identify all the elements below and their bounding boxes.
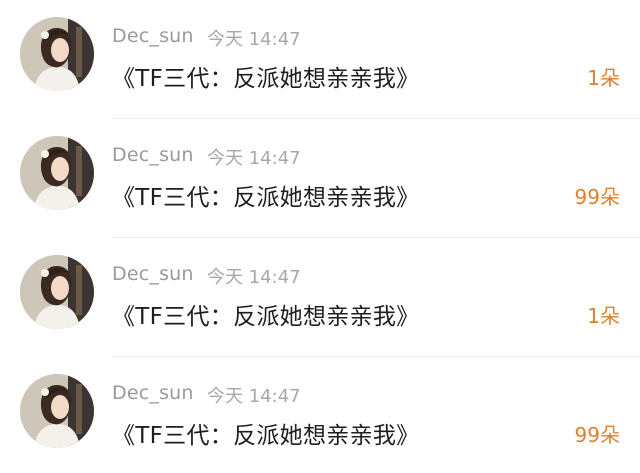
flower-count: 1朵 — [587, 66, 620, 90]
list-item[interactable]: Dec_sun 今天 14:47 《TF三代：反派她想亲亲我》 1朵 — [0, 0, 640, 119]
avatar[interactable] — [20, 136, 94, 210]
username[interactable]: Dec_sun — [112, 25, 194, 47]
list-item[interactable]: Dec_sun 今天 14:47 《TF三代：反派她想亲亲我》 99朵 — [0, 357, 640, 473]
message-title[interactable]: 《TF三代：反派她想亲亲我》 — [112, 297, 419, 331]
list-item[interactable]: Dec_sun 今天 14:47 《TF三代：反派她想亲亲我》 1朵 — [0, 238, 640, 357]
list-item[interactable]: Dec_sun 今天 14:47 《TF三代：反派她想亲亲我》 99朵 — [0, 119, 640, 238]
timestamp: 今天 14:47 — [207, 386, 301, 407]
username[interactable]: Dec_sun — [112, 144, 194, 166]
username[interactable]: Dec_sun — [112, 382, 194, 404]
avatar[interactable] — [20, 17, 94, 91]
message-title[interactable]: 《TF三代：反派她想亲亲我》 — [112, 416, 419, 450]
message-title[interactable]: 《TF三代：反派她想亲亲我》 — [112, 178, 419, 212]
flower-count: 99朵 — [574, 185, 620, 209]
timestamp: 今天 14:47 — [207, 267, 301, 288]
timestamp: 今天 14:47 — [207, 29, 301, 50]
avatar[interactable] — [20, 255, 94, 329]
username[interactable]: Dec_sun — [112, 263, 194, 285]
message-title[interactable]: 《TF三代：反派她想亲亲我》 — [112, 59, 419, 93]
avatar[interactable] — [20, 374, 94, 448]
gift-message-list: Dec_sun 今天 14:47 《TF三代：反派她想亲亲我》 1朵 Dec_s… — [0, 0, 640, 473]
flower-count: 99朵 — [574, 423, 620, 447]
timestamp: 今天 14:47 — [207, 148, 301, 169]
flower-count: 1朵 — [587, 304, 620, 328]
